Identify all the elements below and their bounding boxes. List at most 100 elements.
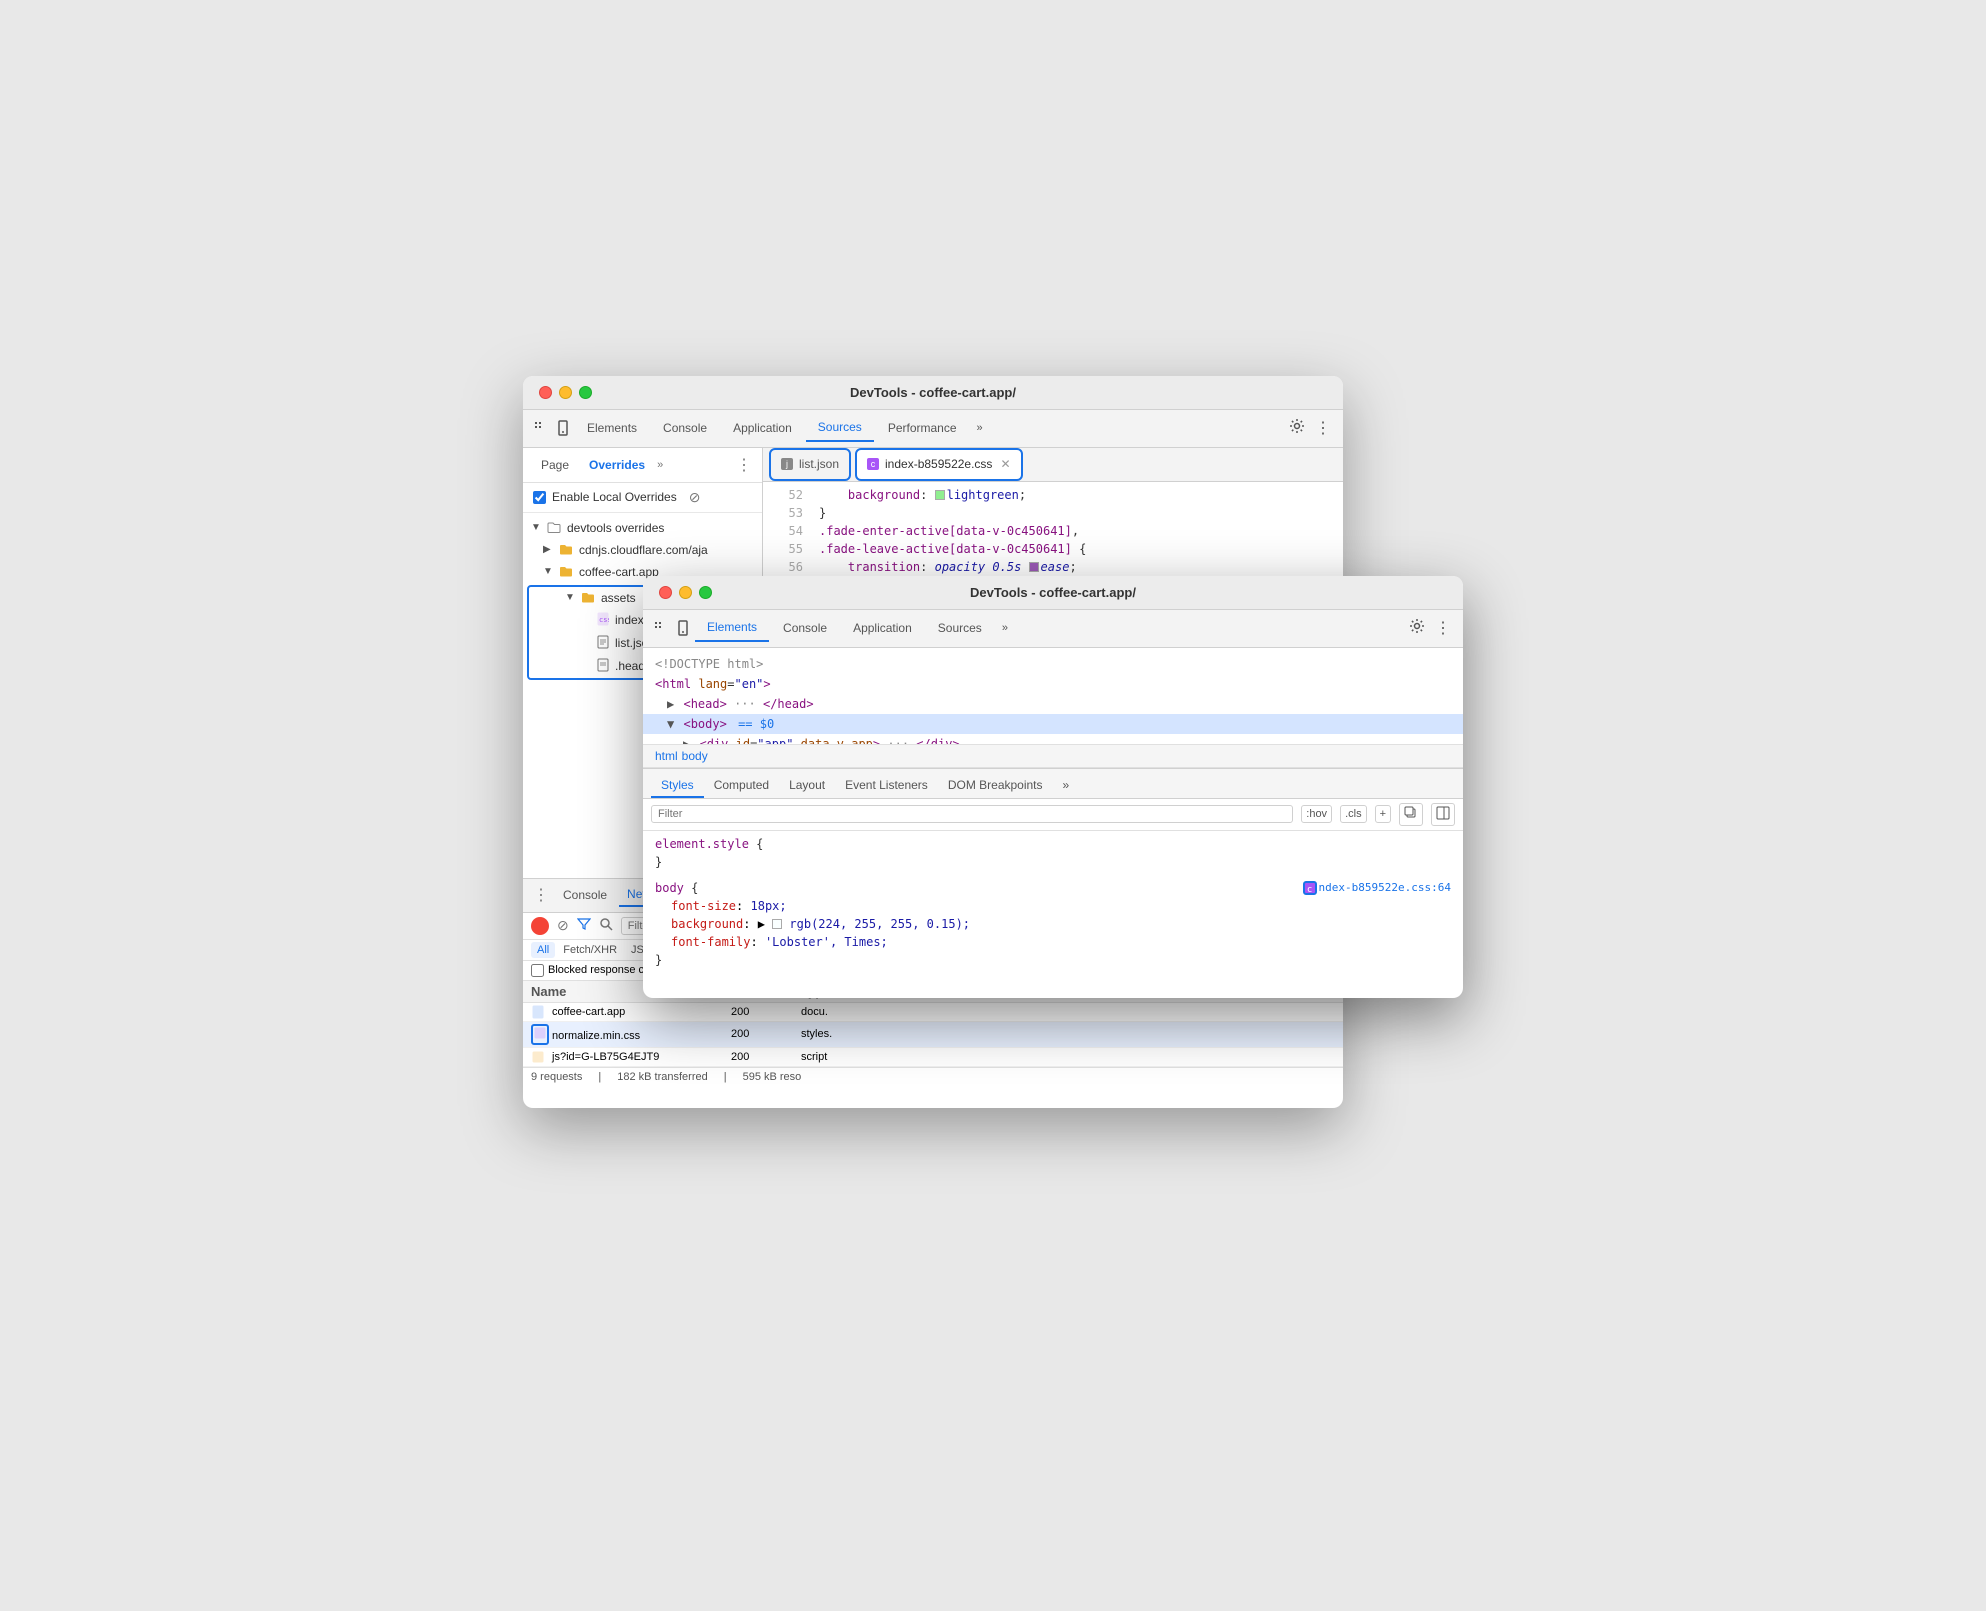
- resource-size: 595 kB reso: [743, 1071, 802, 1083]
- html-head[interactable]: ▶ <head> ··· </head>: [643, 694, 1463, 714]
- toggle-sidebar-button[interactable]: [1431, 803, 1455, 826]
- breadcrumb-html[interactable]: html: [655, 749, 678, 763]
- maximize-button[interactable]: [579, 386, 592, 399]
- minimize-button-front[interactable]: [679, 586, 692, 599]
- copy-button[interactable]: [1399, 803, 1423, 826]
- bottom-dots-icon[interactable]: ⋮: [531, 881, 551, 909]
- more-options-icon-front[interactable]: ⋮: [1431, 614, 1455, 642]
- file-tab-json[interactable]: j list.json: [769, 448, 851, 481]
- css-file-icon: css: [597, 612, 609, 629]
- settings-icon-back[interactable]: [1285, 414, 1309, 443]
- network-row-normalize[interactable]: normalize.min.css 200 styles.: [523, 1022, 1343, 1048]
- pseudo-hov-button[interactable]: :hov: [1301, 805, 1332, 823]
- tab-more-back[interactable]: »: [971, 418, 989, 438]
- window-title-front: DevTools - coffee-cart.app/: [970, 585, 1136, 600]
- svg-text:css: css: [599, 616, 609, 624]
- styles-tab-layout[interactable]: Layout: [779, 774, 835, 798]
- html-doctype[interactable]: <!DOCTYPE html>: [643, 654, 1463, 674]
- html-div-app[interactable]: ▶ <div id="app" data-v-app> ··· </div>: [643, 734, 1463, 744]
- sidebar-tab-page[interactable]: Page: [533, 454, 577, 476]
- file-tab-css[interactable]: c index-b859522e.css ✕: [855, 448, 1022, 481]
- tab-console-bottom[interactable]: Console: [555, 884, 615, 906]
- script-icon-js: [531, 1050, 545, 1064]
- filter-type-all[interactable]: All: [531, 942, 555, 958]
- css-tab-icon: c: [867, 458, 879, 470]
- json-file-icon: [597, 635, 609, 652]
- pseudo-cls-button[interactable]: .cls: [1340, 805, 1367, 823]
- filter-button[interactable]: [577, 917, 591, 934]
- close-button-front[interactable]: [659, 586, 672, 599]
- mobile-icon[interactable]: [553, 418, 573, 438]
- network-table: coffee-cart.app 200 docu. normalize.min.…: [523, 1003, 1343, 1067]
- code-line-56: 56 transition: opacity 0.5s ease;: [763, 558, 1343, 576]
- body-rule-source[interactable]: c ndex-b859522e.css:64: [1303, 879, 1451, 898]
- tree-item-cdnjs[interactable]: ▶ cdnjs.cloudflare.com/aja: [523, 539, 762, 561]
- styles-tab-dom-breakpoints[interactable]: DOM Breakpoints: [938, 774, 1053, 798]
- html-html[interactable]: <html lang="en">: [643, 674, 1463, 694]
- folder-icon-devtools: [547, 520, 561, 536]
- row-name-js: js?id=G-LB75G4EJT9: [531, 1050, 731, 1064]
- code-line-53: 53 }: [763, 504, 1343, 522]
- traffic-lights-front[interactable]: [659, 586, 712, 599]
- tab-elements-back[interactable]: Elements: [575, 415, 649, 441]
- filter-type-fetch[interactable]: Fetch/XHR: [557, 942, 623, 958]
- title-bar-back: DevTools - coffee-cart.app/: [523, 376, 1343, 410]
- no-icon[interactable]: ⊘: [689, 489, 701, 506]
- tab-console-back[interactable]: Console: [651, 415, 719, 441]
- bg-color-swatch: [772, 919, 782, 929]
- tab-sources-back[interactable]: Sources: [806, 414, 874, 442]
- tab-application-front[interactable]: Application: [841, 615, 924, 641]
- record-button[interactable]: [531, 917, 549, 935]
- blocked-cookies-checkbox[interactable]: [531, 964, 544, 977]
- expand-icon-cdnjs: ▶: [543, 544, 555, 555]
- file-tabs-back: j list.json c index-b859522e.css ✕: [763, 448, 1343, 482]
- enable-overrides-checkbox[interactable]: [533, 491, 546, 504]
- tab-more-front[interactable]: »: [996, 618, 1014, 638]
- styles-filter-input[interactable]: [651, 805, 1293, 823]
- html-body[interactable]: ▼ <body> == $0: [643, 714, 1463, 734]
- tab-performance-back[interactable]: Performance: [876, 415, 969, 441]
- row-status-normalize: 200: [731, 1028, 801, 1040]
- tree-item-devtools-overrides[interactable]: ▼ devtools overrides: [523, 517, 762, 539]
- file-tab-json-label: list.json: [799, 457, 839, 471]
- sidebar-dots[interactable]: ⋮: [736, 455, 752, 475]
- devtools-window-front: DevTools - coffee-cart.app/ Elements Con…: [643, 576, 1463, 998]
- close-button[interactable]: [539, 386, 552, 399]
- maximize-button-front[interactable]: [699, 586, 712, 599]
- breadcrumb-body[interactable]: body: [682, 749, 708, 763]
- elements-panel: <!DOCTYPE html> <html lang="en"> ▶ <head…: [643, 648, 1463, 998]
- styles-tab-more[interactable]: »: [1053, 774, 1080, 798]
- more-options-icon-back[interactable]: ⋮: [1311, 414, 1335, 442]
- expand-icon-assets: ▼: [565, 592, 577, 603]
- tab-console-front[interactable]: Console: [771, 615, 839, 641]
- add-style-rule-button[interactable]: +: [1375, 805, 1391, 823]
- source-css-icon: c: [1303, 881, 1317, 895]
- code-line-54: 54 .fade-enter-active[data-v-0c450641],: [763, 522, 1343, 540]
- sidebar-tab-overrides[interactable]: Overrides: [581, 454, 653, 476]
- tree-label-devtools-overrides: devtools overrides: [567, 521, 754, 535]
- tab-elements-front[interactable]: Elements: [695, 614, 769, 642]
- minimize-button[interactable]: [559, 386, 572, 399]
- cursor-icon-front[interactable]: [651, 618, 671, 638]
- file-tab-css-label: index-b859522e.css: [885, 457, 992, 471]
- tab-sources-front[interactable]: Sources: [926, 615, 994, 641]
- styles-tab-event-listeners[interactable]: Event Listeners: [835, 774, 938, 798]
- network-row-js[interactable]: js?id=G-LB75G4EJT9 200 script: [523, 1048, 1343, 1067]
- sidebar-tab-more[interactable]: »: [657, 459, 663, 471]
- close-tab-icon[interactable]: ✕: [1000, 457, 1010, 471]
- enable-overrides-label[interactable]: Enable Local Overrides: [533, 490, 677, 504]
- row-status-coffee-cart: 200: [731, 1006, 801, 1018]
- tab-application-back[interactable]: Application: [721, 415, 804, 441]
- cursor-icon[interactable]: [531, 418, 551, 438]
- styles-tab-computed[interactable]: Computed: [704, 774, 779, 798]
- settings-icon-front[interactable]: [1405, 614, 1429, 643]
- folder-icon-assets: [581, 590, 595, 606]
- traffic-lights-back[interactable]: [539, 386, 592, 399]
- clear-button[interactable]: ⊘: [557, 917, 569, 934]
- styles-tab-styles[interactable]: Styles: [651, 774, 704, 798]
- search-button[interactable]: [599, 917, 613, 934]
- requests-count: 9 requests: [531, 1071, 582, 1083]
- network-row-coffee-cart[interactable]: coffee-cart.app 200 docu.: [523, 1003, 1343, 1022]
- mobile-icon-front[interactable]: [673, 618, 693, 638]
- sidebar-toolbar: Enable Local Overrides ⊘: [523, 483, 762, 513]
